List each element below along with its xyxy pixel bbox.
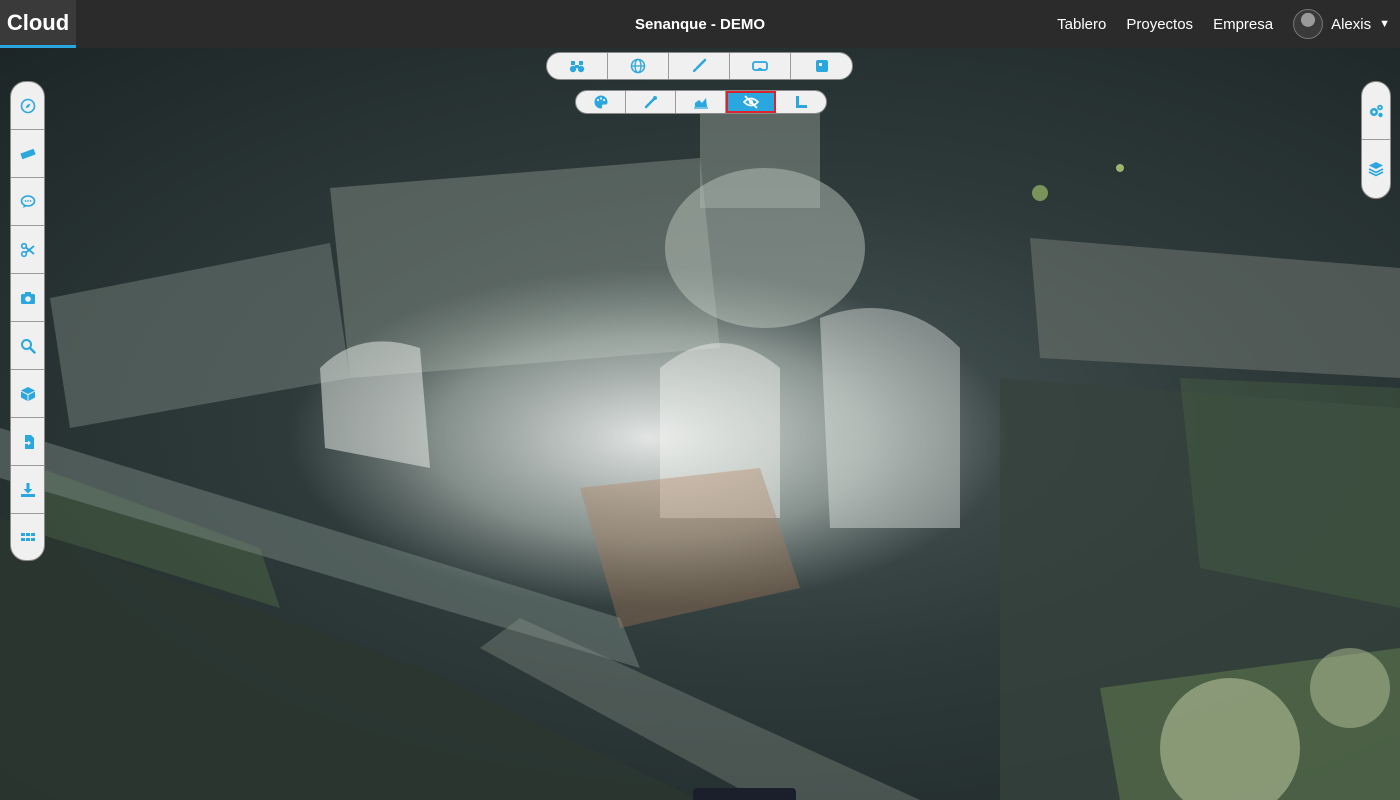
area-chart-icon[interactable] — [676, 91, 726, 113]
nav-link-tablero[interactable]: Tablero — [1057, 16, 1106, 33]
ruler-icon[interactable] — [11, 130, 44, 178]
apps-grid-icon[interactable] — [11, 514, 44, 560]
left-tool-sidebar — [10, 81, 45, 561]
avatar — [1293, 9, 1324, 39]
nav-link-proyectos[interactable]: Proyectos — [1126, 16, 1193, 33]
user-name: Alexis — [1331, 15, 1372, 33]
binoculars-icon[interactable] — [547, 53, 608, 79]
right-tool-sidebar — [1361, 81, 1391, 199]
globe-icon[interactable] — [608, 53, 669, 79]
comment-icon[interactable] — [11, 178, 44, 226]
eye-slash-icon[interactable] — [726, 91, 776, 113]
compass-icon[interactable] — [11, 82, 44, 130]
bottom-panel-handle[interactable] — [693, 788, 796, 800]
square-icon[interactable] — [791, 53, 852, 79]
cube-icon[interactable] — [11, 370, 44, 418]
search-icon[interactable] — [11, 322, 44, 370]
vr-headset-icon[interactable] — [730, 53, 791, 79]
main-toolbar — [546, 52, 853, 80]
layers-icon[interactable] — [1362, 140, 1390, 198]
appearance-toolbar — [575, 90, 827, 114]
download-icon[interactable] — [11, 466, 44, 514]
user-menu[interactable]: Alexis ▼ — [1293, 9, 1390, 39]
top-bar: Cloud Senanque - DEMO Tablero Proyectos … — [0, 0, 1400, 48]
camera-icon[interactable] — [11, 274, 44, 322]
point-cloud-render — [0, 108, 1400, 800]
brand-logo[interactable]: Cloud — [0, 0, 76, 48]
nav-link-empresa[interactable]: Empresa — [1213, 16, 1273, 33]
file-import-icon[interactable] — [11, 418, 44, 466]
eyedropper-icon[interactable] — [626, 91, 676, 113]
top-nav: Tablero Proyectos Empresa Alexis ▼ — [1057, 0, 1390, 48]
point-cloud-viewer[interactable] — [0, 48, 1400, 800]
brush-icon[interactable] — [669, 53, 730, 79]
palette-icon[interactable] — [576, 91, 626, 113]
scissors-icon[interactable] — [11, 226, 44, 274]
chevron-down-icon: ▼ — [1379, 18, 1390, 30]
settings-gears-icon[interactable] — [1362, 82, 1390, 140]
ruler-corner-icon[interactable] — [776, 91, 826, 113]
